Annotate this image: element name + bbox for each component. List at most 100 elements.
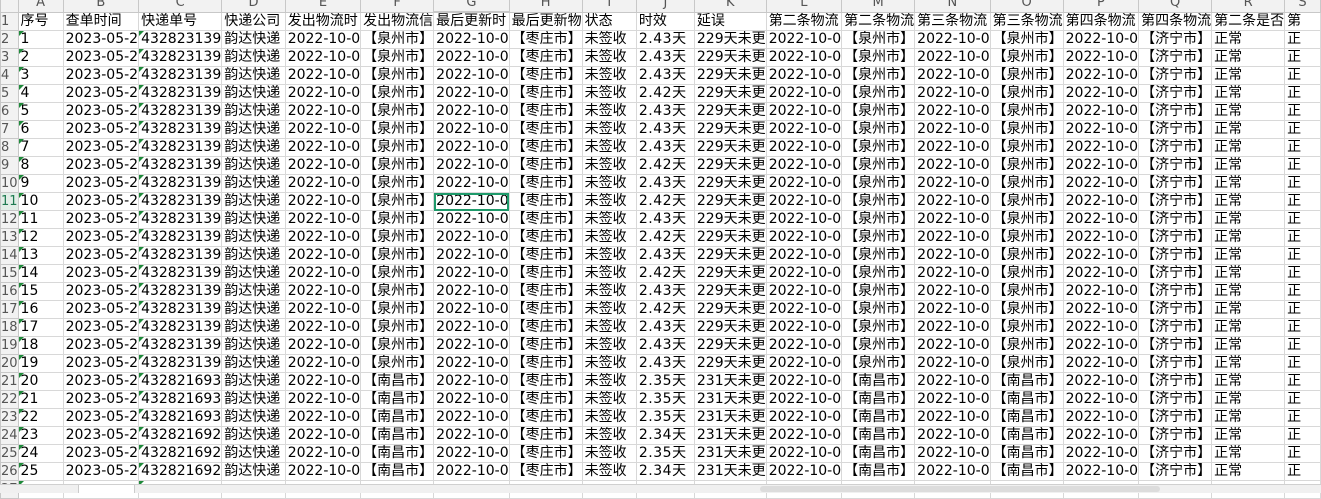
cell-G[interactable]: 2022-10-0 (433, 66, 510, 85)
cell-S[interactable]: 正 (1284, 300, 1321, 319)
cell-K[interactable]: 231天未更 (693, 462, 767, 481)
cell-H[interactable]: 【枣庄市】 (508, 84, 583, 103)
cell-E[interactable]: 2022-10-0 (284, 156, 362, 175)
row-header[interactable]: 20 (0, 354, 19, 373)
cell-O[interactable]: 【南昌市】 (989, 390, 1064, 409)
cell-E[interactable]: 2022-10-0 (284, 192, 362, 211)
cell-D[interactable]: 韵达快递 (221, 30, 286, 49)
cell-J[interactable]: 2.43天 (635, 318, 695, 337)
cell-F[interactable]: 【南昌市】 (360, 390, 435, 409)
cell-Q[interactable]: 【济宁市】 (1138, 84, 1213, 103)
row-header[interactable]: 25 (0, 444, 19, 463)
cell-G[interactable]: 2022-10-0 (433, 390, 510, 409)
cell-L[interactable]: 2022-10-0 (765, 192, 843, 211)
cell-I[interactable]: 未签收 (581, 300, 637, 319)
cell-H[interactable]: 【枣庄市】 (508, 48, 583, 67)
column-header-S[interactable]: S (1284, 0, 1321, 13)
cell-O[interactable]: 【南昌市】 (989, 444, 1064, 463)
cell-A[interactable]: 13 (17, 246, 64, 265)
cell-A[interactable]: 2 (17, 48, 64, 67)
cell-N[interactable]: 2022-10-0 (914, 264, 991, 283)
cell-D[interactable]: 韵达快递 (221, 318, 286, 337)
cell-C[interactable]: 432823139 (138, 228, 223, 247)
cell-A[interactable]: 1 (17, 30, 64, 49)
cell-G[interactable]: 2022-10-0 (433, 282, 510, 301)
cell-J[interactable]: 2.42天 (635, 156, 695, 175)
cell-I[interactable]: 未签收 (581, 84, 637, 103)
cell-R[interactable]: 正常 (1211, 102, 1286, 121)
cell-S[interactable]: 正 (1284, 48, 1321, 67)
cell-H[interactable]: 【枣庄市】 (508, 408, 583, 427)
cell-N[interactable]: 2022-10-0 (914, 444, 991, 463)
cell-R[interactable]: 正常 (1211, 282, 1286, 301)
row-header[interactable]: 2 (0, 30, 19, 49)
cell-R[interactable]: 正常 (1211, 228, 1286, 247)
cell-J[interactable]: 2.43天 (635, 66, 695, 85)
cell-C[interactable]: 432821693 (138, 408, 223, 427)
cell-B[interactable]: 2023-05-2 (62, 390, 140, 409)
cell-R[interactable]: 正常 (1211, 48, 1286, 67)
cell-R[interactable]: 正常 (1211, 66, 1286, 85)
cell-E[interactable]: 2022-10-0 (284, 66, 362, 85)
cell-Q[interactable]: 【济宁市】 (1138, 192, 1213, 211)
cell-O[interactable]: 【泉州市】 (989, 84, 1064, 103)
column-header-F[interactable]: F (360, 0, 435, 13)
cell-E[interactable]: 2022-10-0 (284, 246, 362, 265)
cell-S[interactable]: 正 (1284, 120, 1321, 139)
cell-S[interactable]: 正 (1284, 282, 1321, 301)
header-cell-S[interactable]: 第 (1284, 11, 1321, 31)
cell-B[interactable]: 2023-05-2 (62, 66, 140, 85)
cell-P[interactable]: 2022-10-0 (1062, 228, 1140, 247)
cell-H[interactable]: 【枣庄市】 (508, 390, 583, 409)
cell-I[interactable]: 未签收 (581, 318, 637, 337)
row-header[interactable]: 18 (0, 318, 19, 337)
cell-E[interactable]: 2022-10-0 (284, 138, 362, 157)
cell-P[interactable]: 2022-10-0 (1062, 390, 1140, 409)
cell-M[interactable]: 【泉州市】 (841, 228, 916, 247)
cell-G[interactable]: 2022-10-0 (433, 354, 510, 373)
cell-K[interactable]: 229天未更 (693, 138, 767, 157)
cell-E[interactable]: 2022-10-0 (284, 444, 362, 463)
row-header[interactable]: 12 (0, 210, 19, 229)
cell-K[interactable]: 229天未更 (693, 318, 767, 337)
cell-P[interactable]: 2022-10-0 (1062, 336, 1140, 355)
cell-M[interactable]: 【泉州市】 (841, 174, 916, 193)
cell-H[interactable]: 【枣庄市】 (508, 174, 583, 193)
cell-A[interactable]: 11 (17, 210, 64, 229)
cell-F[interactable]: 【南昌市】 (360, 372, 435, 391)
cell-H[interactable]: 【枣庄市】 (508, 66, 583, 85)
cell-O[interactable]: 【南昌市】 (989, 408, 1064, 427)
cell-H[interactable]: 【枣庄市】 (508, 102, 583, 121)
cell-J[interactable]: 2.43天 (635, 120, 695, 139)
cell-K[interactable]: 229天未更 (693, 84, 767, 103)
cell-B[interactable]: 2023-05-2 (62, 192, 140, 211)
cell-A[interactable]: 17 (17, 318, 64, 337)
cell-A[interactable]: 14 (17, 264, 64, 283)
cell-E[interactable]: 2022-10-0 (284, 228, 362, 247)
cell-K[interactable]: 229天未更 (693, 66, 767, 85)
cell-H[interactable]: 【枣庄市】 (508, 372, 583, 391)
row-header[interactable]: 14 (0, 246, 19, 265)
cell-D[interactable]: 韵达快递 (221, 336, 286, 355)
row-header[interactable]: 21 (0, 372, 19, 391)
cell-Q[interactable]: 【济宁市】 (1138, 390, 1213, 409)
cell-N[interactable]: 2022-10-0 (914, 462, 991, 481)
cell-I[interactable]: 未签收 (581, 156, 637, 175)
cell-O[interactable]: 【泉州市】 (989, 174, 1064, 193)
cell-L[interactable]: 2022-10-0 (765, 282, 843, 301)
cell-F[interactable]: 【泉州市】 (360, 174, 435, 193)
cell-L[interactable]: 2022-10-0 (765, 300, 843, 319)
cell-L[interactable]: 2022-10-0 (765, 264, 843, 283)
cell-B[interactable]: 2023-05-2 (62, 300, 140, 319)
cell-B[interactable]: 2023-05-2 (62, 174, 140, 193)
cell-G[interactable]: 2022-10-0 (433, 48, 510, 67)
cell-F[interactable]: 【泉州市】 (360, 48, 435, 67)
cell-O[interactable]: 【南昌市】 (989, 426, 1064, 445)
cell-D[interactable]: 韵达快递 (221, 354, 286, 373)
cell-K[interactable]: 229天未更 (693, 120, 767, 139)
row-header[interactable]: 15 (0, 264, 19, 283)
cell-G[interactable]: 2022-10-0 (433, 174, 510, 193)
cell-C[interactable]: 432821693 (138, 390, 223, 409)
header-cell-M[interactable]: 第二条物流 (841, 11, 916, 31)
row-header[interactable]: 5 (0, 84, 19, 103)
